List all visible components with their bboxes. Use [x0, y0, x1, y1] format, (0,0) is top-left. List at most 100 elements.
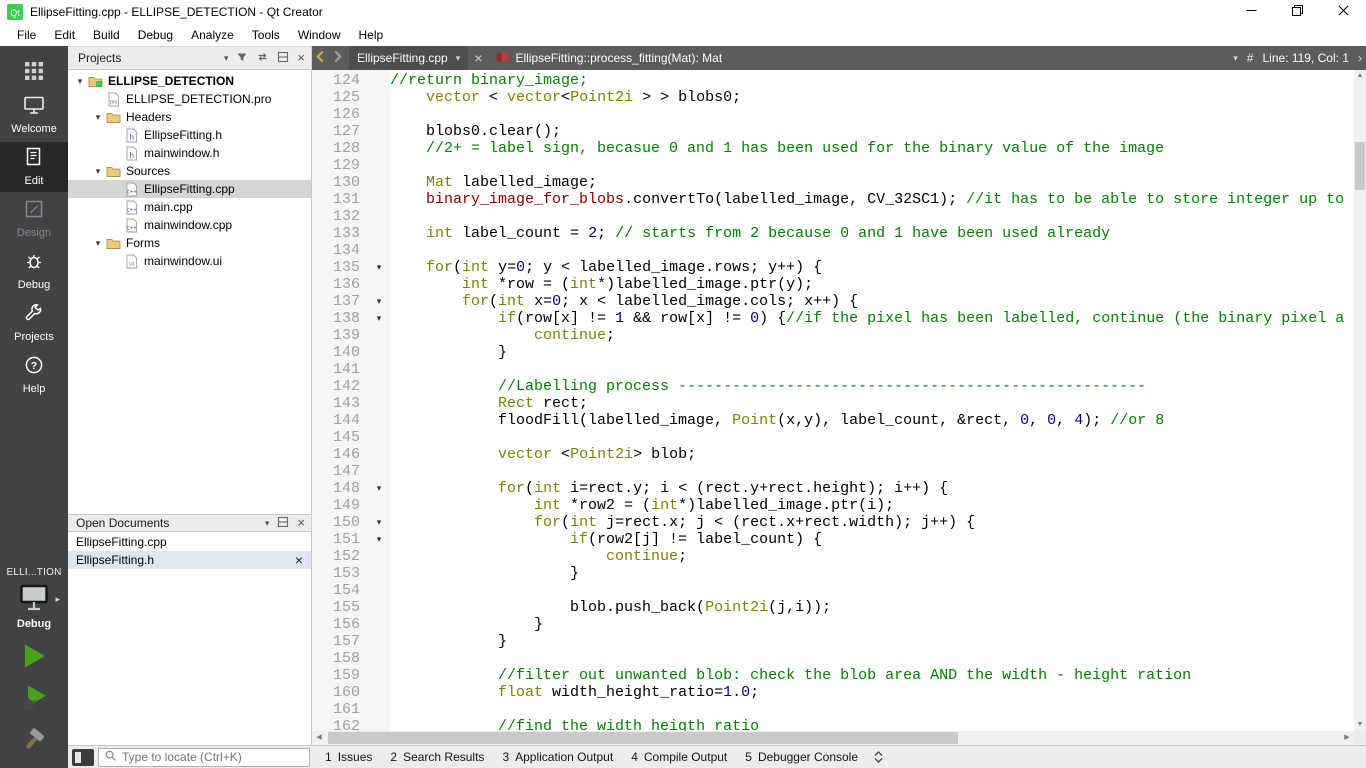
code-line-136[interactable]: 136 int *row = (int*)labelled_image.ptr(…: [312, 276, 1354, 293]
scroll-up-icon[interactable]: ▲: [1354, 70, 1366, 82]
tree-item-ellipsefitting.h[interactable]: h EllipseFitting.h: [68, 126, 311, 144]
line-number[interactable]: 136: [312, 276, 368, 293]
code-line-140[interactable]: 140 }: [312, 344, 1354, 361]
line-number[interactable]: 140: [312, 344, 368, 361]
code-line-144[interactable]: 144 floodFill(labelled_image, Point(x,y)…: [312, 412, 1354, 429]
grid-icon[interactable]: [23, 60, 45, 84]
code-line-158[interactable]: 158: [312, 650, 1354, 667]
line-number[interactable]: 144: [312, 412, 368, 429]
close-panel-icon[interactable]: ×: [297, 516, 305, 529]
line-number[interactable]: 153: [312, 565, 368, 582]
code-line-139[interactable]: 139 continue;: [312, 327, 1354, 344]
tree-item-ellipsefitting.cpp[interactable]: c++ EllipseFitting.cpp: [68, 180, 311, 198]
pane-button-compile-output[interactable]: 4 Compile Output: [622, 746, 736, 768]
line-number[interactable]: 130: [312, 174, 368, 191]
mode-help[interactable]: ? Help: [0, 350, 68, 400]
code-line-135[interactable]: 135 ▾ for(int y=0; y < labelled_image.row…: [312, 259, 1354, 276]
build-button[interactable]: [14, 722, 54, 762]
line-number[interactable]: 142: [312, 378, 368, 395]
pane-button-debugger-console[interactable]: 5 Debugger Console: [736, 746, 867, 768]
line-number[interactable]: 161: [312, 701, 368, 718]
horizontal-scrollbar-thumb[interactable]: [328, 732, 958, 744]
line-number[interactable]: 159: [312, 667, 368, 684]
menu-item-window[interactable]: Window: [289, 24, 350, 46]
code-line-156[interactable]: 156 }: [312, 616, 1354, 633]
mode-projects[interactable]: Projects: [0, 298, 68, 348]
tree-item-ellipse_detection.pro[interactable]: pro ELLIPSE_DETECTION.pro: [68, 90, 311, 108]
minimize-button[interactable]: [1228, 0, 1274, 24]
line-number[interactable]: 156: [312, 616, 368, 633]
tree-item-mainwindow.ui[interactable]: ui mainwindow.ui: [68, 252, 311, 270]
code-line-157[interactable]: 157 }: [312, 633, 1354, 650]
fold-marker-icon[interactable]: ▾: [368, 514, 390, 531]
line-number[interactable]: 145: [312, 429, 368, 446]
horizontal-scrollbar[interactable]: ◀ ▶: [312, 731, 1354, 745]
pane-button-application-output[interactable]: 3 Application Output: [493, 746, 622, 768]
chevron-down-icon[interactable]: ▾: [224, 53, 229, 64]
line-number[interactable]: 157: [312, 633, 368, 650]
code-line-154[interactable]: 154: [312, 582, 1354, 599]
line-number[interactable]: 160: [312, 684, 368, 701]
code-line-124[interactable]: 124 //return binary_image;: [312, 72, 1354, 89]
fold-marker-icon[interactable]: ▾: [368, 531, 390, 548]
line-number[interactable]: 128: [312, 140, 368, 157]
scroll-left-icon[interactable]: ◀: [312, 731, 326, 745]
line-number[interactable]: 137: [312, 293, 368, 310]
line-number[interactable]: 127: [312, 123, 368, 140]
scroll-down-icon[interactable]: ▼: [1354, 719, 1366, 731]
open-file-tab[interactable]: EllipseFitting.cpp ▾: [349, 46, 469, 70]
close-panel-icon[interactable]: ×: [297, 51, 305, 64]
line-number[interactable]: 146: [312, 446, 368, 463]
chevron-right-icon[interactable]: ›: [1358, 51, 1362, 65]
maximize-button[interactable]: [1274, 0, 1320, 24]
vertical-scrollbar[interactable]: ▲ ▼: [1354, 70, 1366, 731]
tree-item-main.cpp[interactable]: c++ main.cpp: [68, 198, 311, 216]
line-number[interactable]: 147: [312, 463, 368, 480]
code-line-141[interactable]: 141: [312, 361, 1354, 378]
line-number[interactable]: 133: [312, 225, 368, 242]
code-line-149[interactable]: 149 int *row2 = (int*)labelled_image.ptr…: [312, 497, 1354, 514]
menu-item-tools[interactable]: Tools: [243, 24, 289, 46]
line-number[interactable]: 152: [312, 548, 368, 565]
pane-button-issues[interactable]: 1 Issues: [316, 746, 381, 768]
code-line-161[interactable]: 161: [312, 701, 1354, 718]
code-line-126[interactable]: 126: [312, 106, 1354, 123]
code-line-152[interactable]: 152 continue;: [312, 548, 1354, 565]
code-line-148[interactable]: 148 ▾ for(int i=rect.y; i < (rect.y+rect.…: [312, 480, 1354, 497]
tree-item-sources[interactable]: ▾ Sources: [68, 162, 311, 180]
code-line-132[interactable]: 132: [312, 208, 1354, 225]
tree-item-headers[interactable]: ▾ Headers: [68, 108, 311, 126]
tree-item-mainwindow.h[interactable]: h mainwindow.h: [68, 144, 311, 162]
line-number[interactable]: 135: [312, 259, 368, 276]
line-number[interactable]: 158: [312, 650, 368, 667]
code-line-138[interactable]: 138 ▾ if(row[x] != 1 && row[x] != 0) {//i…: [312, 310, 1354, 327]
split-icon[interactable]: [277, 516, 289, 531]
close-document-icon[interactable]: ×: [468, 51, 488, 65]
chevron-down-icon[interactable]: ▾: [265, 518, 270, 529]
tree-item-forms[interactable]: ▾ Forms: [68, 234, 311, 252]
code-line-147[interactable]: 147: [312, 463, 1354, 480]
code-line-146[interactable]: 146 vector <Point2i> blob;: [312, 446, 1354, 463]
line-number[interactable]: 148: [312, 480, 368, 497]
kit-selector-button[interactable]: ▸: [6, 584, 62, 616]
line-number[interactable]: 124: [312, 72, 368, 89]
filter-icon[interactable]: [236, 51, 248, 66]
menu-item-help[interactable]: Help: [350, 24, 393, 46]
line-number[interactable]: 131: [312, 191, 368, 208]
code-line-142[interactable]: 142 //Labelling process ----------------…: [312, 378, 1354, 395]
code-line-143[interactable]: 143 Rect rect;: [312, 395, 1354, 412]
code-line-160[interactable]: 160 float width_height_ratio=1.0;: [312, 684, 1354, 701]
line-number[interactable]: 134: [312, 242, 368, 259]
mode-edit[interactable]: Edit: [0, 142, 68, 192]
menu-item-debug[interactable]: Debug: [129, 24, 182, 46]
line-number[interactable]: 141: [312, 361, 368, 378]
mode-debug[interactable]: Debug: [0, 246, 68, 296]
line-number[interactable]: 143: [312, 395, 368, 412]
code-line-151[interactable]: 151 ▾ if(row2[j] != label_count) {: [312, 531, 1354, 548]
forward-button[interactable]: [329, 46, 346, 70]
chevron-down-icon[interactable]: ▾: [1233, 53, 1238, 64]
line-number[interactable]: 126: [312, 106, 368, 123]
line-number[interactable]: 129: [312, 157, 368, 174]
close-button[interactable]: [1320, 0, 1366, 24]
code-line-153[interactable]: 153 }: [312, 565, 1354, 582]
